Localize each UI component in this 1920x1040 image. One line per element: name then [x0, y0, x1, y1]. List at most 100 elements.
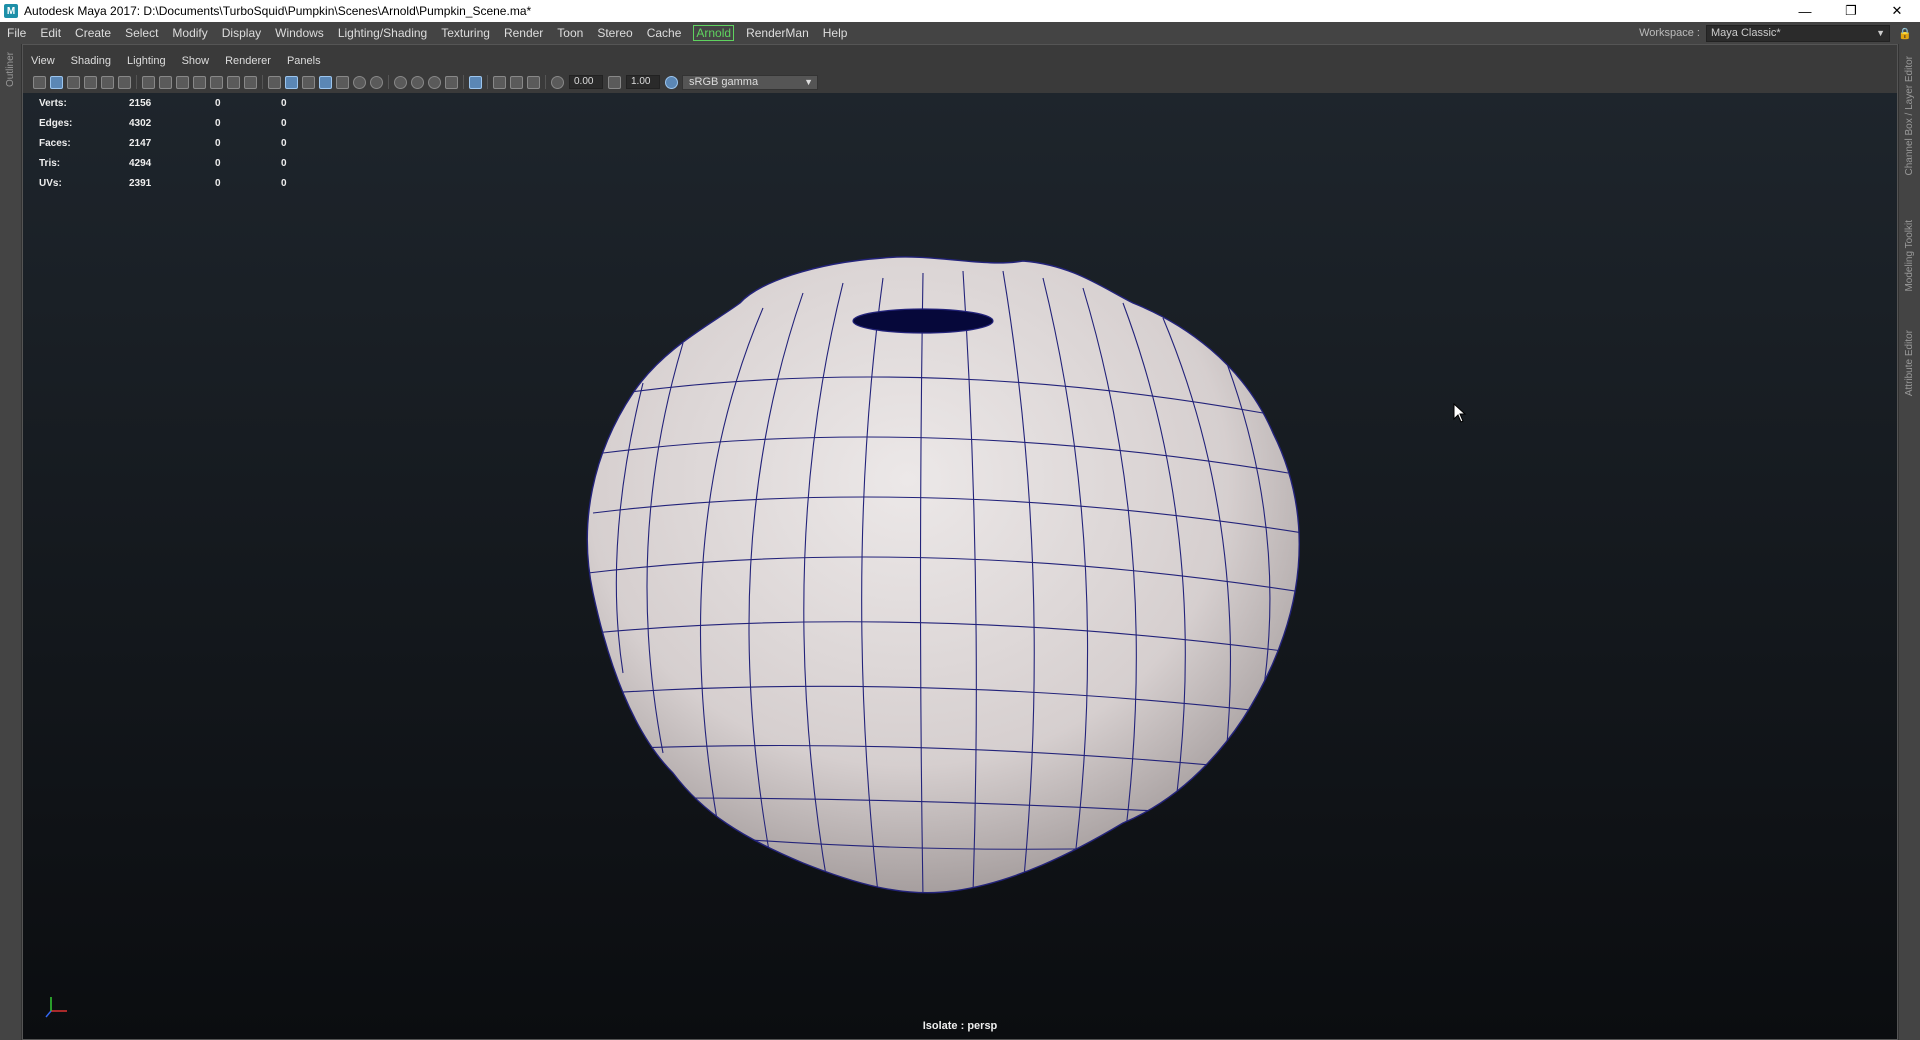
hud-label: Faces: [39, 137, 71, 149]
main-menu-bar: File Edit Create Select Modify Display W… [0, 22, 1920, 44]
screen-space-ao-icon[interactable] [394, 75, 407, 89]
workspace-label: Workspace : [1639, 27, 1700, 39]
film-gate-icon[interactable] [159, 75, 172, 89]
panel-menu-show[interactable]: Show [174, 55, 218, 67]
menu-file[interactable]: File [0, 22, 33, 44]
panel-menu-renderer[interactable]: Renderer [217, 55, 279, 67]
motion-blur-icon[interactable] [411, 75, 424, 89]
safe-title-icon[interactable] [244, 75, 257, 89]
camera-select-icon[interactable] [33, 75, 46, 89]
image-plane-icon[interactable] [84, 75, 97, 89]
hud-selected-2: 0 [281, 157, 287, 169]
hud-row: Faces: 2147 0 0 [39, 133, 321, 153]
menu-stereo[interactable]: Stereo [590, 22, 639, 44]
menu-modify[interactable]: Modify [165, 22, 214, 44]
wireframe-on-shaded-icon[interactable] [319, 75, 332, 89]
tab-modeling-toolkit[interactable]: Modeling Toolkit [1904, 220, 1915, 292]
menu-lighting-shading[interactable]: Lighting/Shading [331, 22, 434, 44]
isolate-camera-label: Isolate : persp [922, 1020, 998, 1032]
lock-icon[interactable]: 🔒 [1896, 27, 1914, 40]
smooth-shade-icon[interactable] [285, 75, 298, 89]
tab-attribute-editor[interactable]: Attribute Editor [1904, 330, 1915, 396]
bookmark-icon[interactable] [67, 75, 80, 89]
pumpkin-stem-hole [852, 308, 994, 334]
color-management-icon[interactable] [665, 75, 678, 89]
viewport-panel: View Shading Lighting Show Renderer Pane… [22, 44, 1898, 1040]
panel-menu-lighting[interactable]: Lighting [119, 55, 174, 67]
depth-of-field-icon[interactable] [445, 75, 458, 89]
hud-selected: 0 [215, 177, 221, 189]
field-chart-icon[interactable] [210, 75, 223, 89]
right-side-strip: Channel Box / Layer Editor Modeling Tool… [1898, 44, 1920, 1040]
chevron-down-icon: ▼ [804, 76, 813, 87]
hud-total: 2391 [129, 177, 152, 189]
menu-create[interactable]: Create [68, 22, 118, 44]
menu-toon[interactable]: Toon [550, 22, 590, 44]
hud-label: Edges: [39, 117, 73, 129]
camera-attributes-icon[interactable] [50, 75, 63, 89]
menu-renderman[interactable]: RenderMan [739, 22, 816, 44]
grid-icon[interactable] [142, 75, 155, 89]
hud-total: 4302 [129, 117, 152, 129]
maximize-button[interactable]: ❐ [1828, 0, 1874, 22]
panel-toolbar: 0.00 1.00 sRGB gamma ▼ [23, 73, 1899, 91]
shadows-icon[interactable] [370, 75, 383, 89]
title-bar: M Autodesk Maya 2017: D:\Documents\Turbo… [0, 0, 1920, 22]
exposure-icon[interactable] [551, 75, 564, 89]
hud-total: 4294 [129, 157, 152, 169]
gamma-field[interactable]: 1.00 [626, 75, 660, 89]
menu-select[interactable]: Select [118, 22, 165, 44]
default-material-icon[interactable] [302, 75, 315, 89]
wireframe-icon[interactable] [268, 75, 281, 89]
gate-mask-icon[interactable] [193, 75, 206, 89]
3d-viewport[interactable]: Verts: 2156 0 0 Edges: 4302 0 0 Faces: 2… [23, 93, 1897, 1039]
use-all-lights-icon[interactable] [353, 75, 366, 89]
xray-joints-icon[interactable] [527, 75, 540, 89]
view-transform-dropdown[interactable]: sRGB gamma ▼ [682, 74, 818, 90]
close-button[interactable]: ✕ [1874, 0, 1920, 22]
axis-gizmo-icon [45, 997, 67, 1018]
textured-icon[interactable] [336, 75, 349, 89]
safe-action-icon[interactable] [227, 75, 240, 89]
isolate-select-icon[interactable] [469, 75, 482, 89]
window-title: Autodesk Maya 2017: D:\Documents\TurboSq… [24, 4, 532, 18]
mouse-cursor-icon [1453, 403, 1467, 423]
hud-selected-2: 0 [281, 137, 287, 149]
pan-zoom-icon[interactable] [101, 75, 114, 89]
menu-display[interactable]: Display [215, 22, 268, 44]
hud-row: Verts: 2156 0 0 [39, 93, 321, 113]
hud-total: 2147 [129, 137, 152, 149]
hud-total: 2156 [129, 97, 152, 109]
pumpkin-mesh [586, 256, 1300, 894]
menu-texturing[interactable]: Texturing [434, 22, 497, 44]
minimize-button[interactable]: — [1782, 0, 1828, 22]
hud-selected: 0 [215, 137, 221, 149]
hud-selected-2: 0 [281, 97, 287, 109]
grease-pencil-icon[interactable] [118, 75, 131, 89]
panel-menu-view[interactable]: View [23, 55, 63, 67]
hud-label: Verts: [39, 97, 67, 109]
menu-arnold[interactable]: Arnold [693, 25, 735, 41]
menu-edit[interactable]: Edit [33, 22, 68, 44]
hud-row: UVs: 2391 0 0 [39, 173, 321, 193]
panel-menu-panels[interactable]: Panels [279, 55, 329, 67]
hud-row: Tris: 4294 0 0 [39, 153, 321, 173]
menu-render[interactable]: Render [497, 22, 550, 44]
resolution-gate-icon[interactable] [176, 75, 189, 89]
multisample-aa-icon[interactable] [428, 75, 441, 89]
workspace-dropdown[interactable]: Maya Classic* ▼ [1706, 24, 1890, 42]
tab-channel-box[interactable]: Channel Box / Layer Editor [1904, 56, 1915, 176]
gamma-icon[interactable] [608, 75, 621, 89]
xray-active-icon[interactable] [510, 75, 523, 89]
menu-windows[interactable]: Windows [268, 22, 331, 44]
left-side-strip: Outliner [0, 44, 22, 1040]
menu-help[interactable]: Help [816, 22, 855, 44]
tab-outliner[interactable]: Outliner [5, 52, 16, 87]
hud-selected: 0 [215, 157, 221, 169]
pumpkin-body [586, 256, 1300, 894]
exposure-field[interactable]: 0.00 [569, 75, 603, 89]
xray-icon[interactable] [493, 75, 506, 89]
panel-menu-shading[interactable]: Shading [63, 55, 119, 67]
menu-cache[interactable]: Cache [640, 22, 689, 44]
hud-label: Tris: [39, 157, 61, 169]
